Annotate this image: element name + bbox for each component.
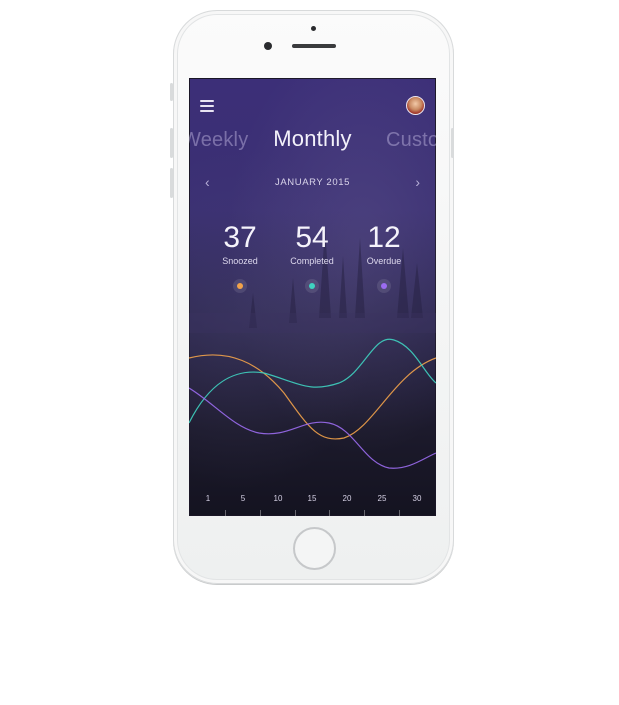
front-camera-icon (264, 42, 272, 50)
stat-label: Overdue (366, 256, 402, 266)
stat-completed[interactable]: 54 Completed (277, 221, 347, 293)
period-navigator: ‹ JANUARY 2015 › (189, 175, 436, 190)
x-tick-mark (364, 510, 365, 516)
home-button[interactable] (293, 527, 336, 570)
x-tick-mark (295, 510, 296, 516)
stat-overdue[interactable]: 12 Overdue (349, 221, 419, 293)
stat-label: Completed (290, 256, 334, 266)
x-tick-label: 30 (412, 494, 422, 503)
proximity-sensor (311, 26, 316, 31)
app-screen: Weekly Monthly Custo ‹ JANUARY 2015 › 37… (189, 78, 436, 516)
x-axis: 1 5 10 15 20 25 30 (189, 488, 436, 516)
chevron-right-icon[interactable]: › (415, 175, 420, 189)
trend-chart (189, 338, 436, 469)
volume-up-button[interactable] (170, 128, 173, 158)
series-dot (377, 279, 391, 293)
series-line-overdue (189, 387, 436, 469)
earpiece-speaker (292, 44, 336, 48)
x-tick-label: 10 (273, 494, 283, 503)
series-dot (305, 279, 319, 293)
x-tick-label: 1 (205, 494, 211, 503)
series-dot (233, 279, 247, 293)
period-label: JANUARY 2015 (275, 177, 350, 188)
stat-value: 37 (223, 221, 257, 254)
x-tick-label: 25 (377, 494, 387, 503)
x-tick-label: 5 (240, 494, 246, 503)
stat-label: Snoozed (222, 256, 258, 266)
hamburger-menu-icon[interactable] (200, 100, 214, 112)
stats-row: 37 Snoozed 54 Completed 12 Overdue (189, 221, 436, 301)
series-line-completed (189, 338, 436, 424)
tab-custom[interactable]: Custo (386, 129, 436, 152)
x-tick-label: 20 (342, 494, 352, 503)
stat-value: 54 (295, 221, 329, 254)
user-avatar[interactable] (406, 96, 425, 115)
series-line-snoozed (189, 354, 436, 440)
period-tabs: Weekly Monthly Custo (189, 126, 436, 156)
x-tick-mark (329, 510, 330, 516)
stat-value: 12 (367, 221, 401, 254)
volume-down-button[interactable] (170, 168, 173, 198)
x-tick-label: 15 (307, 494, 317, 503)
power-button[interactable] (451, 128, 454, 158)
x-tick-mark (399, 510, 400, 516)
x-tick-mark (260, 510, 261, 516)
mute-switch[interactable] (170, 83, 173, 101)
stat-snoozed[interactable]: 37 Snoozed (205, 221, 275, 293)
x-tick-mark (225, 510, 226, 516)
